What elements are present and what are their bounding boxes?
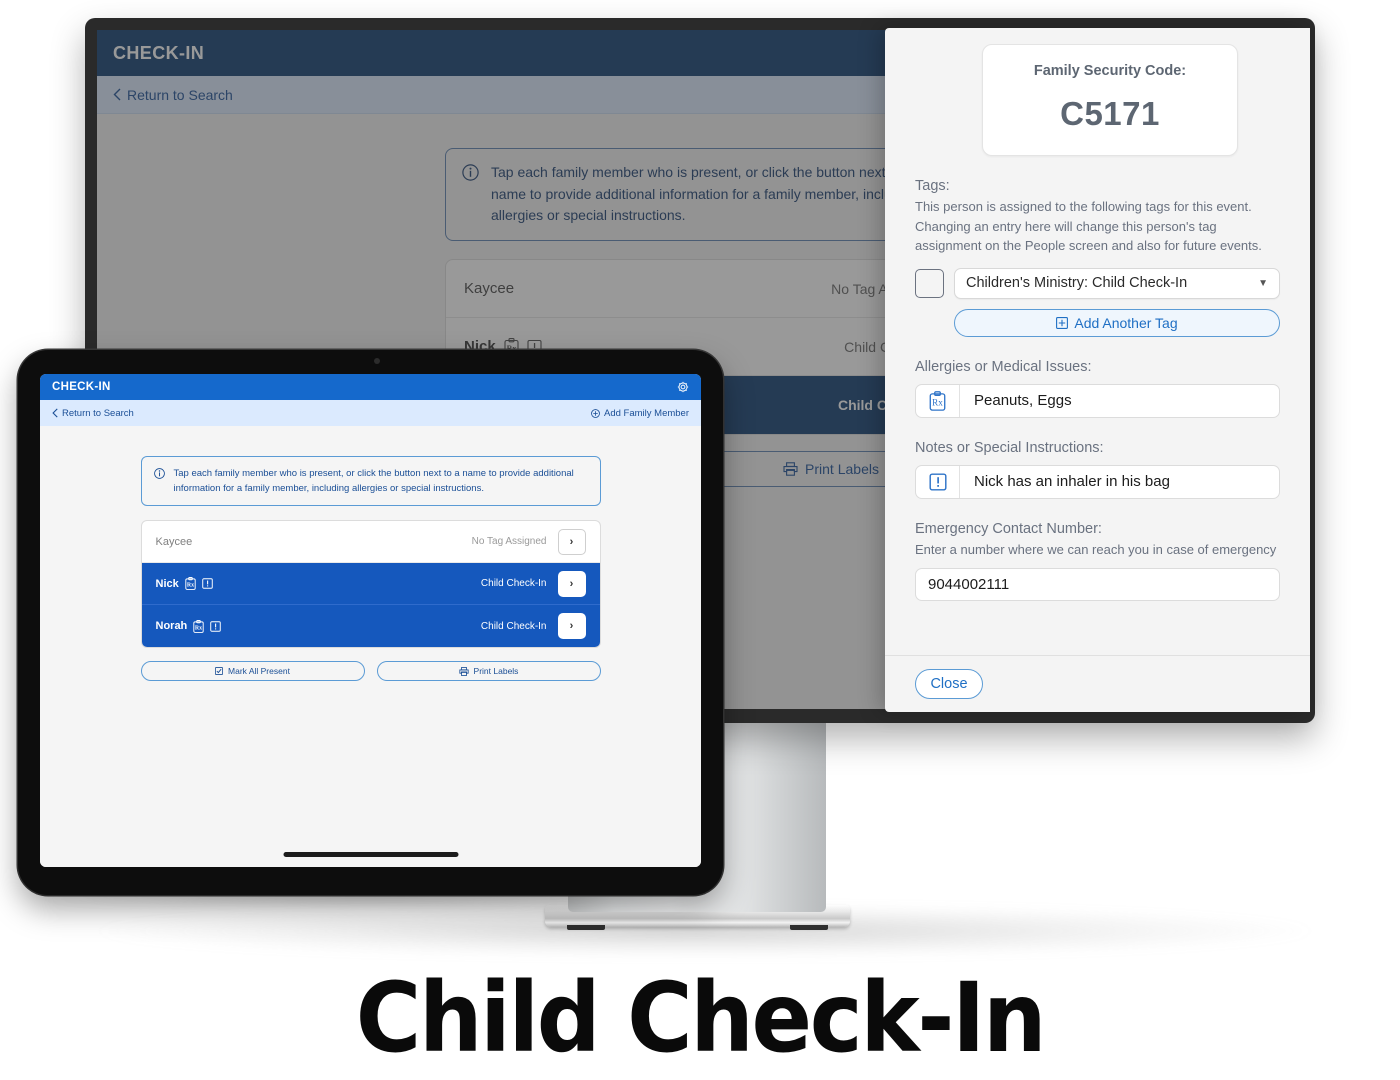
gear-icon[interactable] xyxy=(677,381,689,393)
mark-all-present-label: Mark All Present xyxy=(228,666,290,677)
print-labels-button[interactable]: Print Labels xyxy=(376,661,601,682)
table-row[interactable]: Kaycee No Tag Assigned xyxy=(446,260,954,319)
tag-checkbox[interactable] xyxy=(915,268,944,298)
tags-description: This person is assigned to the following… xyxy=(915,199,1262,253)
tablet-return-to-search-link[interactable]: Return to Search xyxy=(52,408,134,419)
tablet-device: CHECK-IN Return to Search Add Family Mem… xyxy=(18,350,723,895)
print-labels-label: Print Labels xyxy=(473,666,519,677)
tablet-row-name: Nick xyxy=(155,577,179,590)
row-detail-button[interactable]: › xyxy=(557,613,586,640)
tag-select[interactable]: Children's Ministry: Child Check-In ▼ xyxy=(954,267,1280,299)
close-label: Close xyxy=(930,676,968,692)
tablet-screen: CHECK-IN Return to Search Add Family Mem… xyxy=(40,374,701,867)
add-family-member-label: Add Family Member xyxy=(604,407,689,419)
emergency-label: Emergency Contact Number: xyxy=(915,520,1102,537)
row-detail-button[interactable]: › xyxy=(557,570,586,597)
mark-all-present-button[interactable]: Mark All Present xyxy=(140,661,365,682)
page-title: Child Check-In xyxy=(355,962,1047,1074)
chevron-left-icon xyxy=(52,408,58,418)
checkbox-icon xyxy=(215,667,224,676)
security-code-value: C5171 xyxy=(1060,95,1160,132)
close-button[interactable]: Close xyxy=(915,669,983,699)
notes-field[interactable]: Nick has an inhaler in his bag xyxy=(915,464,1280,499)
desktop-return-label: Return to Search xyxy=(127,86,233,103)
allergies-value: Peanuts, Eggs xyxy=(974,392,1072,409)
plus-circle-icon xyxy=(591,408,600,418)
alert-icon xyxy=(210,621,222,632)
alert-icon xyxy=(202,578,213,590)
tablet-topbar: CHECK-IN xyxy=(40,374,701,400)
tablet-family-list: Kaycee No Tag Assigned › Nick Rx Child C… xyxy=(140,520,601,649)
tag-assignment-row: Children's Ministry: Child Check-In ▼ xyxy=(915,267,1280,299)
emergency-contact-field[interactable]: 9044002111 xyxy=(915,568,1280,601)
list-item[interactable]: Kaycee No Tag Assigned › xyxy=(141,521,600,564)
add-another-tag-button[interactable]: Add Another Tag xyxy=(954,308,1280,337)
tablet-row-name: Kaycee xyxy=(155,535,193,548)
tags-label: Tags: xyxy=(915,178,950,194)
alert-icon xyxy=(916,465,960,498)
emergency-contact-value: 9044002111 xyxy=(928,576,1010,593)
chevron-down-icon: ▼ xyxy=(1258,277,1268,289)
tablet-row-tag: Child Check-In xyxy=(480,620,547,632)
home-indicator xyxy=(283,852,458,857)
printer-icon xyxy=(458,666,469,676)
desktop-return-to-search-link[interactable]: Return to Search xyxy=(113,87,233,103)
tablet-row-name: Norah xyxy=(155,620,188,633)
allergies-label: Allergies or Medical Issues: xyxy=(915,358,1092,375)
desktop-callout-text: Tap each family member who is present, o… xyxy=(491,164,919,224)
info-icon xyxy=(153,468,165,479)
tablet-content: Tap each family member who is present, o… xyxy=(40,426,701,867)
list-item[interactable]: Nick Rx Child Check-In › xyxy=(141,563,600,606)
family-security-code-card: Family Security Code: C5171 xyxy=(982,44,1238,156)
print-labels-label: Print Labels xyxy=(805,461,879,478)
add-family-member-button[interactable]: Add Family Member xyxy=(591,408,689,419)
emergency-description: Enter a number where we can reach you in… xyxy=(915,541,1277,557)
desktop-info-callout: Tap each family member who is present, o… xyxy=(445,148,955,242)
camera-icon xyxy=(374,358,380,364)
modal-footer: Close xyxy=(885,655,1310,712)
rx-icon: Rx xyxy=(185,577,196,591)
tablet-row-tag: Child Check-In xyxy=(480,578,547,590)
desktop-row-name: Kaycee xyxy=(464,280,515,298)
svg-text:Rx: Rx xyxy=(187,583,194,589)
info-icon xyxy=(462,164,479,181)
tablet-return-label: Return to Search xyxy=(62,407,134,419)
tablet-action-bar: Mark All Present Print Labels xyxy=(140,661,601,682)
desktop-app-title: CHECK-IN xyxy=(113,42,205,63)
notes-value: Nick has an inhaler in his bag xyxy=(974,473,1170,490)
person-detail-modal: Family Security Code: C5171 Tags: This p… xyxy=(885,28,1310,712)
add-tag-label: Add Another Tag xyxy=(1074,314,1178,331)
chevron-left-icon xyxy=(113,88,121,101)
row-detail-button[interactable]: › xyxy=(557,528,586,555)
composite-scene: CHECK-IN Return to Search Tap each famil… xyxy=(0,0,1400,1080)
svg-text:Rx: Rx xyxy=(932,397,943,407)
tablet-row-tag: No Tag Assigned xyxy=(471,536,547,548)
modal-body: Family Security Code: C5171 Tags: This p… xyxy=(885,28,1310,655)
tablet-info-callout: Tap each family member who is present, o… xyxy=(140,456,601,507)
plus-box-icon xyxy=(1056,316,1069,329)
rx-icon: Rx xyxy=(916,384,960,417)
notes-label: Notes or Special Instructions: xyxy=(915,439,1104,456)
svg-text:Rx: Rx xyxy=(195,625,202,631)
rx-icon: Rx xyxy=(193,619,204,633)
tag-select-value: Children's Ministry: Child Check-In xyxy=(966,275,1188,291)
allergies-field[interactable]: Rx Peanuts, Eggs xyxy=(915,383,1280,418)
tablet-app-title: CHECK-IN xyxy=(52,381,111,393)
security-code-label: Family Security Code: xyxy=(1033,63,1187,79)
printer-icon xyxy=(783,462,798,476)
tablet-callout-text: Tap each family member who is present, o… xyxy=(173,468,574,495)
list-item[interactable]: Norah Rx Child Check-In › xyxy=(141,605,600,648)
tablet-subbar: Return to Search Add Family Member xyxy=(40,400,701,426)
